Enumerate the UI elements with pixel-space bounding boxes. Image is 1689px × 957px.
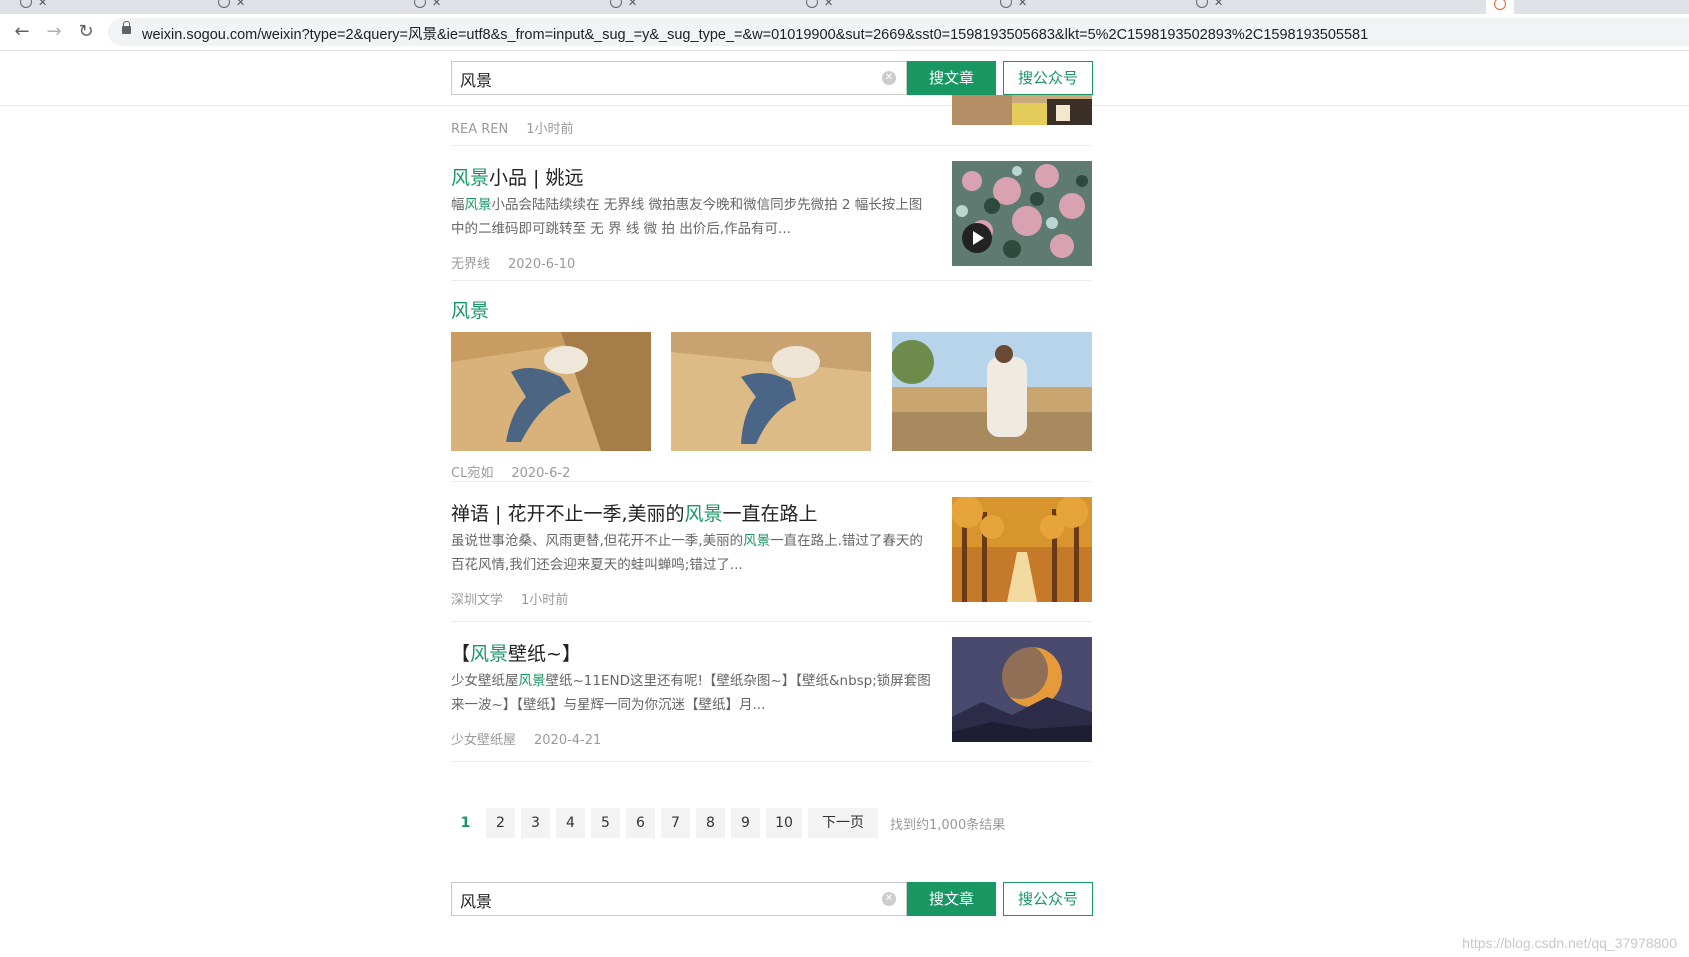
- result-date: 2020-6-10: [508, 257, 576, 272]
- close-tab-icon[interactable]: ✕: [824, 0, 833, 9]
- back-arrow-icon[interactable]: ←: [12, 22, 32, 42]
- result-summary: 少女壁纸屋风景壁纸~11END这里还有呢!【壁纸杂图~】【壁纸&nbsp;锁屏套…: [451, 673, 931, 713]
- browser-tab[interactable]: ✕: [218, 0, 245, 12]
- result-meta: 少女壁纸屋 2020-4-21: [451, 729, 601, 748]
- page-icon: [610, 0, 622, 8]
- page-6-button[interactable]: 6: [626, 808, 655, 838]
- play-icon[interactable]: [962, 223, 992, 253]
- result-title[interactable]: 风景: [451, 296, 489, 323]
- result-thumbnail[interactable]: [952, 95, 1092, 125]
- search-input-bottom[interactable]: [458, 887, 882, 913]
- browser-toolbar: ← → ↻ weixin.sogou.com/weixin?type=2&que…: [0, 14, 1689, 51]
- list-item[interactable]: 禅语 | 花开不止一季,美丽的风景一直在路上 虽说世事沧桑、风雨更替,但花开不止…: [451, 481, 1092, 622]
- close-tab-icon[interactable]: ✕: [236, 0, 245, 9]
- list-item[interactable]: 风景小品 | 姚远 幅风景小品会陆陆续续在 无界线 微拍惠友今晚和微信同步先微拍…: [451, 145, 1092, 281]
- search-accounts-button[interactable]: 搜公众号: [1003, 61, 1093, 95]
- list-item[interactable]: 【风景壁纸~】 少女壁纸屋风景壁纸~11END这里还有呢!【壁纸杂图~】【壁纸&…: [451, 621, 1092, 762]
- reload-icon[interactable]: ↻: [76, 22, 96, 42]
- gallery-image[interactable]: [892, 332, 1092, 451]
- result-source[interactable]: REA REN: [451, 122, 508, 137]
- lock-icon: [122, 21, 131, 34]
- gallery-image[interactable]: [451, 332, 651, 451]
- page-7-button[interactable]: 7: [661, 808, 690, 838]
- browser-tab[interactable]: ✕: [806, 0, 833, 12]
- browser-tab[interactable]: ✕: [610, 0, 637, 12]
- close-tab-icon[interactable]: ✕: [38, 0, 47, 9]
- gallery-image[interactable]: [671, 332, 871, 451]
- result-count: 找到约1,000条结果: [890, 817, 1006, 833]
- address-bar[interactable]: weixin.sogou.com/weixin?type=2&query=风景&…: [108, 18, 1689, 46]
- search-box[interactable]: ✕: [451, 61, 907, 95]
- list-item[interactable]: REA REN 1小时前: [451, 95, 1092, 146]
- page-3-button[interactable]: 3: [521, 808, 550, 838]
- list-item[interactable]: 风景 CL宛如 2020-6-2: [451, 280, 1092, 482]
- page-8-button[interactable]: 8: [696, 808, 725, 838]
- browser-tab[interactable]: ✕: [20, 0, 47, 12]
- page-2-button[interactable]: 2: [486, 808, 515, 838]
- url-text[interactable]: weixin.sogou.com/weixin?type=2&query=风景&…: [142, 23, 1368, 44]
- result-date: 2020-4-21: [534, 733, 602, 748]
- result-title[interactable]: 风景小品 | 姚远: [451, 163, 584, 190]
- result-summary: 虽说世事沧桑、风雨更替,但花开不止一季,美丽的风景一直在路上.错过了春天的百花风…: [451, 533, 923, 573]
- result-meta: CL宛如 2020-6-2: [451, 462, 570, 481]
- globe-icon: [20, 0, 32, 8]
- result-source[interactable]: 少女壁纸屋: [451, 733, 516, 748]
- close-tab-icon[interactable]: ✕: [1214, 0, 1223, 9]
- page-icon: [806, 0, 818, 8]
- page-4-button[interactable]: 4: [556, 808, 585, 838]
- result-date: 1小时前: [521, 593, 569, 608]
- pagination: 1 2 3 4 5 6 7 8 9 10 下一页 找到约1,000条结果: [451, 806, 1005, 840]
- result-title[interactable]: 【风景壁纸~】: [451, 639, 581, 666]
- page-5-button[interactable]: 5: [591, 808, 620, 838]
- result-thumbnail[interactable]: [952, 637, 1092, 742]
- browser-tab-active[interactable]: [1486, 0, 1514, 14]
- browser-tab[interactable]: ✕: [1000, 0, 1027, 12]
- clear-icon[interactable]: ✕: [882, 71, 896, 85]
- page-1-button[interactable]: 1: [451, 808, 480, 838]
- close-tab-icon[interactable]: ✕: [1018, 0, 1027, 9]
- result-source[interactable]: 深圳文学: [451, 593, 503, 608]
- watermark: https://blog.csdn.net/qq_37978800: [1462, 935, 1677, 951]
- result-thumbnail[interactable]: [952, 497, 1092, 602]
- globe-icon: [218, 0, 230, 8]
- clear-icon[interactable]: ✕: [882, 892, 896, 906]
- result-date: 1小时前: [526, 122, 574, 137]
- result-meta: REA REN 1小时前: [451, 118, 574, 137]
- result-meta: 无界线 2020-6-10: [451, 253, 575, 272]
- browser-tab[interactable]: ✕: [414, 0, 441, 12]
- page-icon: [414, 0, 426, 8]
- page-10-button[interactable]: 10: [766, 808, 802, 838]
- forward-arrow-icon[interactable]: →: [44, 22, 64, 42]
- browser-tab[interactable]: ✕: [1196, 0, 1223, 12]
- browser-tabstrip: ✕ ✕ ✕ ✕ ✕ ✕ ✕: [0, 0, 1689, 14]
- result-thumbnail[interactable]: [952, 161, 1092, 266]
- search-input[interactable]: [458, 66, 882, 92]
- globe-icon: [1000, 0, 1012, 8]
- result-title[interactable]: 禅语 | 花开不止一季,美丽的风景一直在路上: [451, 499, 818, 526]
- search-articles-button[interactable]: 搜文章: [907, 61, 996, 95]
- next-page-button[interactable]: 下一页: [808, 808, 878, 838]
- search-box-bottom[interactable]: ✕: [451, 882, 907, 916]
- sogou-icon: [1494, 0, 1506, 10]
- page-icon: [1196, 0, 1208, 8]
- result-source[interactable]: 无界线: [451, 257, 490, 272]
- result-date: 2020-6-2: [511, 466, 571, 481]
- close-tab-icon[interactable]: ✕: [432, 0, 441, 9]
- result-source[interactable]: CL宛如: [451, 466, 493, 481]
- search-accounts-button-bottom[interactable]: 搜公众号: [1003, 882, 1093, 916]
- result-meta: 深圳文学 1小时前: [451, 589, 568, 608]
- close-tab-icon[interactable]: ✕: [628, 0, 637, 9]
- result-summary: 幅风景小品会陆陆续续在 无界线 微拍惠友今晚和微信同步先微拍 2 幅长按上图中的…: [451, 197, 923, 237]
- page-9-button[interactable]: 9: [731, 808, 760, 838]
- search-articles-button-bottom[interactable]: 搜文章: [907, 882, 996, 916]
